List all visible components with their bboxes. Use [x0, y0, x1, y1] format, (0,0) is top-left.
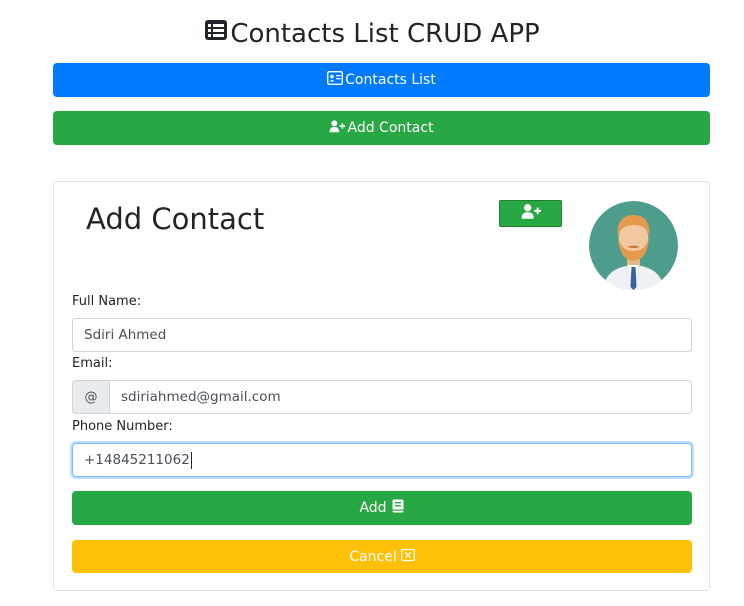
full-name-field[interactable]: Sdiri Ahmed [72, 318, 692, 352]
phone-label: Phone Number: [72, 419, 173, 434]
text-caret [190, 451, 192, 469]
book-icon [391, 499, 405, 517]
cancel-button-label: Cancel [349, 548, 397, 565]
add-button-label: Add [359, 500, 387, 516]
list-icon [204, 18, 228, 49]
user-plus-icon [329, 119, 346, 137]
contacts-list-button[interactable]: Contacts List [53, 63, 710, 97]
full-name-value: Sdiri Ahmed [84, 327, 167, 343]
email-value: sdiriahmed@gmail.com [121, 389, 281, 405]
close-box-icon [400, 548, 415, 566]
add-contact-nav-label: Add Contact [347, 120, 434, 136]
add-button[interactable]: Add [72, 491, 692, 525]
phone-field[interactable]: +14845211062 [72, 443, 692, 477]
contacts-list-label: Contacts List [345, 72, 436, 88]
page-title: Contacts List CRUD APP [0, 18, 744, 49]
email-field[interactable]: sdiriahmed@gmail.com [109, 380, 692, 414]
user-plus-icon [521, 203, 541, 224]
add-user-button[interactable] [499, 200, 562, 227]
address-card-icon [327, 70, 344, 89]
email-addon: @ [72, 380, 110, 414]
add-contact-nav-button[interactable]: Add Contact [53, 111, 710, 145]
cancel-button[interactable]: Cancel [72, 540, 692, 573]
full-name-label: Full Name: [72, 294, 142, 309]
man-avatar-icon [589, 201, 678, 290]
add-contact-card: Add Contact Full Name: Sdiri Ahmed Email… [53, 181, 710, 591]
form-heading: Add Contact [86, 202, 265, 236]
phone-value: +14845211062 [84, 452, 190, 468]
email-label: Email: [72, 356, 113, 371]
page-title-text: Contacts List CRUD APP [230, 18, 540, 49]
